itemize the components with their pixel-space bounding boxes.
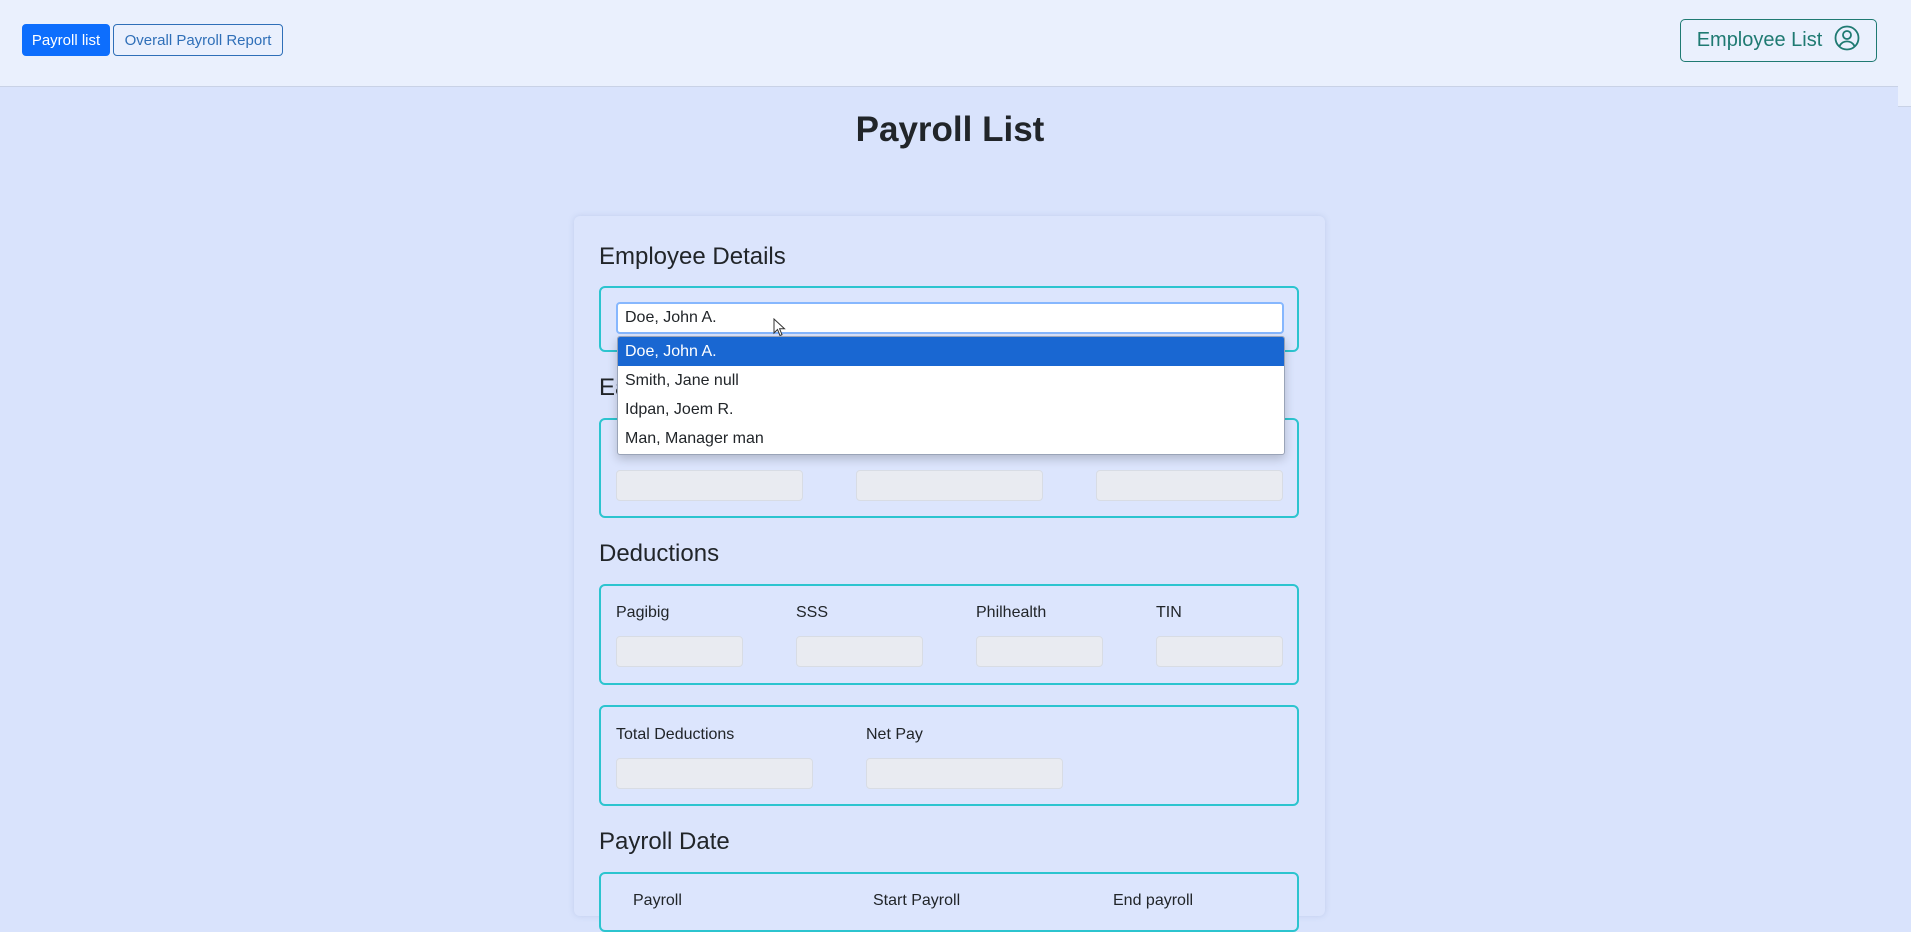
totals-box: Total Deductions Net Pay xyxy=(599,705,1299,806)
payroll-date-box: Payroll Start Payroll End payroll xyxy=(599,872,1299,932)
net-pay-field[interactable] xyxy=(866,758,1063,789)
payroll-date-title: Payroll Date xyxy=(599,828,730,855)
start-payroll-label: Start Payroll xyxy=(873,892,961,909)
earnings-field-1[interactable] xyxy=(616,470,803,501)
payroll-label: Payroll xyxy=(633,892,682,909)
tin-field[interactable] xyxy=(1156,636,1283,667)
employee-dropdown-list: Doe, John A. Smith, Jane null Idpan, Joe… xyxy=(617,336,1285,455)
philhealth-label: Philhealth xyxy=(976,604,1047,621)
tin-label: TIN xyxy=(1156,604,1182,621)
payroll-list-button[interactable]: Payroll list xyxy=(22,24,110,56)
employee-list-button[interactable]: Employee List xyxy=(1680,19,1877,62)
employee-option[interactable]: Man, Manager man xyxy=(618,424,1284,453)
user-circle-icon xyxy=(1834,25,1860,57)
employee-details-title: Employee Details xyxy=(599,243,786,270)
page-title: Payroll List xyxy=(855,110,1045,149)
employee-option[interactable]: Doe, John A. xyxy=(618,337,1284,366)
sss-field[interactable] xyxy=(796,636,923,667)
net-pay-label: Net Pay xyxy=(866,726,923,743)
earnings-field-2[interactable] xyxy=(856,470,1043,501)
pagibig-field[interactable] xyxy=(616,636,743,667)
sss-label: SSS xyxy=(796,604,829,621)
employee-option[interactable]: Smith, Jane null xyxy=(618,366,1284,395)
deductions-box: Pagibig SSS Philhealth TIN xyxy=(599,584,1299,685)
total-deductions-label: Total Deductions xyxy=(616,726,735,743)
total-deductions-field[interactable] xyxy=(616,758,813,789)
scrollbar-stub xyxy=(1898,86,1911,107)
employee-list-label: Employee List xyxy=(1696,29,1823,51)
earnings-field-3[interactable] xyxy=(1096,470,1283,501)
top-navbar: Payroll list Overall Payroll Report Empl… xyxy=(0,0,1911,87)
overall-payroll-report-button[interactable]: Overall Payroll Report xyxy=(113,24,283,56)
pagibig-label: Pagibig xyxy=(616,604,670,621)
end-payroll-label: End payroll xyxy=(1113,892,1194,909)
mouse-pointer-icon xyxy=(773,318,786,337)
philhealth-field[interactable] xyxy=(976,636,1103,667)
employee-select[interactable]: Doe, John A. xyxy=(616,302,1284,334)
deductions-title: Deductions xyxy=(599,540,720,567)
employee-option[interactable]: Idpan, Joem R. xyxy=(618,395,1284,424)
